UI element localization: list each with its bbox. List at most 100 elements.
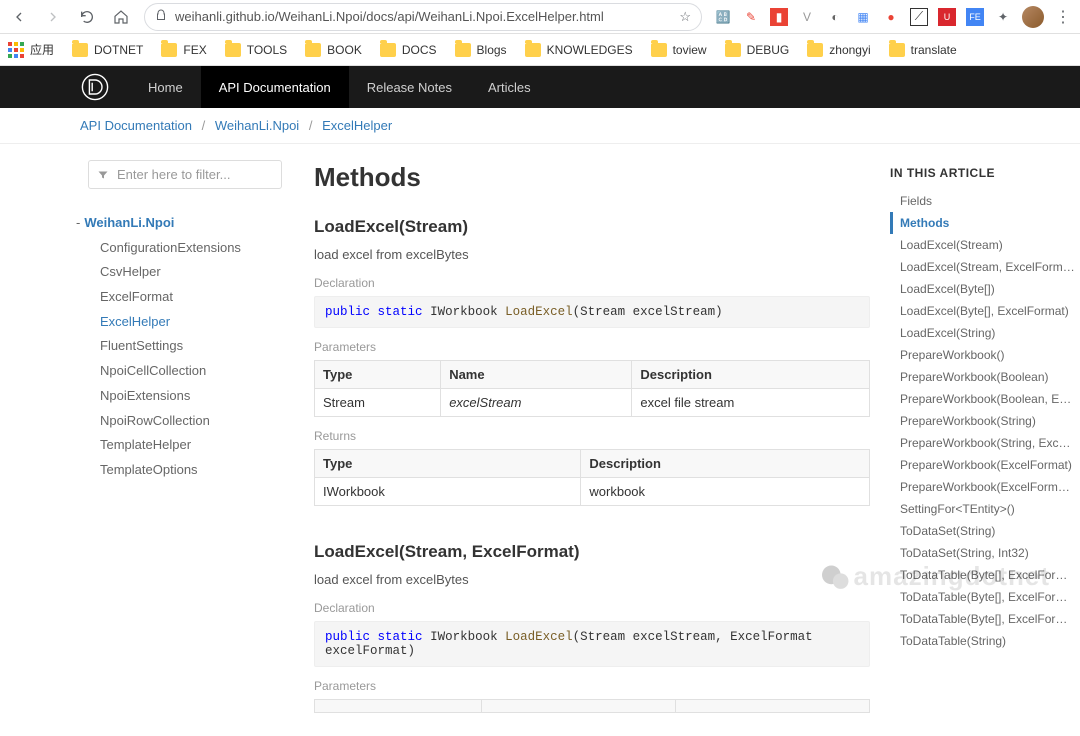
toc-link[interactable]: LoadExcel(Stream) bbox=[890, 234, 1076, 256]
parameters-label: Parameters bbox=[314, 340, 870, 354]
back-button[interactable] bbox=[8, 6, 30, 28]
site-logo[interactable] bbox=[80, 72, 110, 102]
ext-icon[interactable]: U bbox=[938, 8, 956, 26]
code-block: public static IWorkbook LoadExcel(Stream… bbox=[314, 296, 870, 328]
ext-icon[interactable]: V bbox=[798, 8, 816, 26]
bookmark-folder[interactable]: BOOK bbox=[305, 43, 362, 57]
browser-toolbar: weihanli.github.io/WeihanLi.Npoi/docs/ap… bbox=[0, 0, 1080, 34]
ext-icon[interactable]: FE bbox=[966, 8, 984, 26]
tree-item[interactable]: NpoiCellCollection bbox=[88, 359, 282, 384]
ext-icon[interactable]: ◐ bbox=[826, 8, 844, 26]
bookmark-folder[interactable]: Blogs bbox=[455, 43, 507, 57]
table-row: IWorkbookworkbook bbox=[315, 478, 870, 506]
tree-item[interactable]: CsvHelper bbox=[88, 260, 282, 285]
declaration-label: Declaration bbox=[314, 601, 870, 615]
bookmark-folder[interactable]: KNOWLEDGES bbox=[525, 43, 633, 57]
nav-item[interactable]: Articles bbox=[470, 66, 549, 108]
reload-button[interactable] bbox=[76, 6, 98, 28]
lock-icon bbox=[155, 9, 167, 24]
tree-item[interactable]: TemplateOptions bbox=[88, 458, 282, 483]
folder-icon bbox=[525, 43, 541, 57]
tree-item[interactable]: ExcelFormat bbox=[88, 285, 282, 310]
toc-link[interactable]: LoadExcel(Byte[]) bbox=[890, 278, 1076, 300]
bookmark-label: DEBUG bbox=[747, 43, 790, 57]
sidebar: Enter here to filter... -WeihanLi.Npoi C… bbox=[76, 144, 294, 733]
ext-icon[interactable]: 🔠 bbox=[714, 8, 732, 26]
bookmark-folder[interactable]: toview bbox=[651, 43, 707, 57]
tree-item[interactable]: NpoiRowCollection bbox=[88, 409, 282, 434]
folder-icon bbox=[651, 43, 667, 57]
toc-link[interactable]: PrepareWorkbook(String, ExcelSetting) bbox=[890, 432, 1076, 454]
caret-icon: - bbox=[76, 215, 80, 230]
toc-link[interactable]: ToDataSet(String) bbox=[890, 520, 1076, 542]
folder-icon bbox=[72, 43, 88, 57]
folder-icon bbox=[455, 43, 471, 57]
ext-icon[interactable]: ▦ bbox=[854, 8, 872, 26]
tree-item[interactable]: TemplateHelper bbox=[88, 433, 282, 458]
bookmark-folder[interactable]: translate bbox=[889, 43, 957, 57]
toc-link[interactable]: PrepareWorkbook(Boolean) bbox=[890, 366, 1076, 388]
tree-item[interactable]: NpoiExtensions bbox=[88, 384, 282, 409]
breadcrumb-link[interactable]: WeihanLi.Npoi bbox=[215, 118, 299, 133]
toc-link[interactable]: PrepareWorkbook(ExcelFormat) bbox=[890, 454, 1076, 476]
bookmark-folder[interactable]: DOTNET bbox=[72, 43, 143, 57]
toc-link[interactable]: SettingFor<TEntity>() bbox=[890, 498, 1076, 520]
code-block: public static IWorkbook LoadExcel(Stream… bbox=[314, 621, 870, 667]
filter-input[interactable]: Enter here to filter... bbox=[88, 160, 282, 189]
ext-icon[interactable]: ⟋ bbox=[910, 8, 928, 26]
nav-item[interactable]: Release Notes bbox=[349, 66, 470, 108]
tree-item[interactable]: FluentSettings bbox=[88, 334, 282, 359]
nav-item[interactable]: Home bbox=[130, 66, 201, 108]
nav-item[interactable]: API Documentation bbox=[201, 66, 349, 108]
toc-link[interactable]: ToDataTable(String) bbox=[890, 630, 1076, 652]
returns-table: TypeDescription IWorkbookworkbook bbox=[314, 449, 870, 506]
avatar[interactable] bbox=[1022, 6, 1044, 28]
toc-link[interactable]: ToDataTable(Byte[], ExcelFormat, Int32) bbox=[890, 586, 1076, 608]
home-button[interactable] bbox=[110, 6, 132, 28]
filter-icon bbox=[97, 169, 109, 181]
toc-link[interactable]: ToDataTable(Byte[], ExcelFormat) bbox=[890, 564, 1076, 586]
bookmark-label: KNOWLEDGES bbox=[547, 43, 633, 57]
toc-link[interactable]: LoadExcel(Byte[], ExcelFormat) bbox=[890, 300, 1076, 322]
bookmark-folder[interactable]: TOOLS bbox=[225, 43, 287, 57]
toc-link[interactable]: Fields bbox=[890, 190, 1076, 212]
bookmark-label: toview bbox=[673, 43, 707, 57]
bookmark-folder[interactable]: FEX bbox=[161, 43, 206, 57]
toc-link[interactable]: LoadExcel(String) bbox=[890, 322, 1076, 344]
breadcrumb-link[interactable]: ExcelHelper bbox=[322, 118, 392, 133]
tree-item[interactable]: ExcelHelper bbox=[88, 310, 282, 335]
tree-item[interactable]: ConfigurationExtensions bbox=[88, 236, 282, 261]
bookmark-label: DOCS bbox=[402, 43, 437, 57]
toc-link[interactable]: ToDataTable(Byte[], ExcelFormat, Int32, … bbox=[890, 608, 1076, 630]
ext-icon[interactable]: ● bbox=[882, 8, 900, 26]
bookmark-folder[interactable]: DOCS bbox=[380, 43, 437, 57]
ext-icon[interactable]: ▮ bbox=[770, 8, 788, 26]
toc-link[interactable]: PrepareWorkbook(String) bbox=[890, 410, 1076, 432]
bookmarks-bar: 应用 DOTNET FEX TOOLS BOOK DOCS Blogs KNOWLEDGES… bbox=[0, 34, 1080, 66]
toc-link[interactable]: PrepareWorkbook(ExcelFormat, ExcelSettin… bbox=[890, 476, 1076, 498]
bookmark-label: translate bbox=[911, 43, 957, 57]
bookmark-label: FEX bbox=[183, 43, 206, 57]
toc-link[interactable]: PrepareWorkbook(Boolean, ExcelSettings) bbox=[890, 388, 1076, 410]
toc-link[interactable]: Methods bbox=[890, 212, 1076, 234]
bookmark-folder[interactable]: zhongyi bbox=[807, 43, 870, 57]
bookmark-folder[interactable]: DEBUG bbox=[725, 43, 790, 57]
toc-link[interactable]: ToDataSet(String, Int32) bbox=[890, 542, 1076, 564]
breadcrumb-link[interactable]: API Documentation bbox=[80, 118, 192, 133]
returns-label: Returns bbox=[314, 429, 870, 443]
kebab-menu-icon[interactable]: ⋮ bbox=[1054, 8, 1072, 26]
forward-button[interactable] bbox=[42, 6, 64, 28]
folder-icon bbox=[807, 43, 823, 57]
toc-link[interactable]: LoadExcel(Stream, ExcelFormat) bbox=[890, 256, 1076, 278]
bookmark-label: DOTNET bbox=[94, 43, 143, 57]
apps-button[interactable]: 应用 bbox=[8, 41, 54, 58]
toc-link[interactable]: PrepareWorkbook() bbox=[890, 344, 1076, 366]
table-row: StreamexcelStreamexcel file stream bbox=[315, 389, 870, 417]
main-content: Methods LoadExcel(Stream) load excel fro… bbox=[294, 144, 890, 733]
star-icon[interactable]: ☆ bbox=[679, 9, 691, 25]
address-bar[interactable]: weihanli.github.io/WeihanLi.Npoi/docs/ap… bbox=[144, 3, 702, 31]
puzzle-icon[interactable]: ✦ bbox=[994, 8, 1012, 26]
url-text: weihanli.github.io/WeihanLi.Npoi/docs/ap… bbox=[175, 9, 604, 24]
tree-root[interactable]: -WeihanLi.Npoi bbox=[76, 211, 282, 236]
ext-icon[interactable]: ✎ bbox=[742, 8, 760, 26]
